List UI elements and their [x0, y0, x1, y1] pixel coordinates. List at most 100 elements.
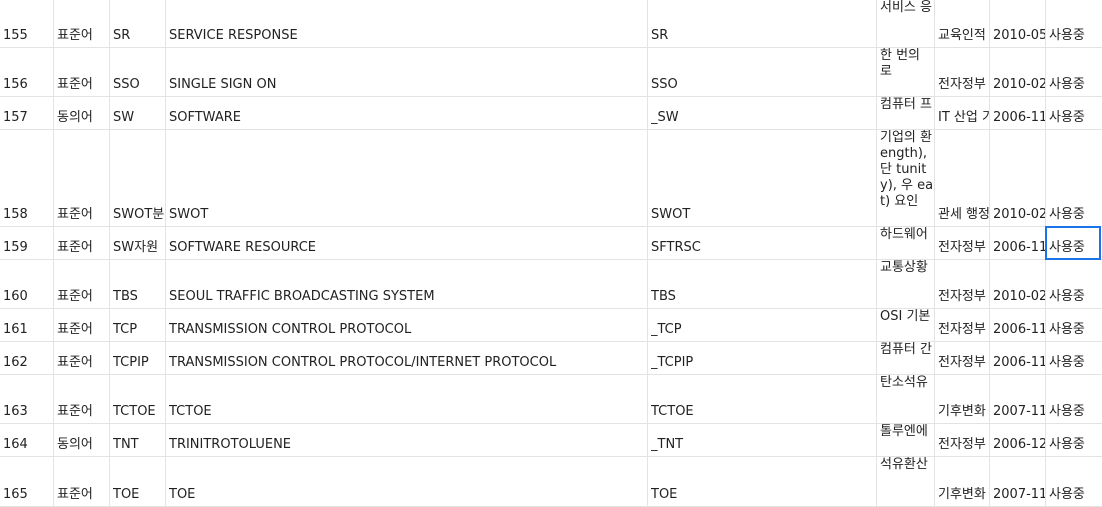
abbreviation-cell[interactable]: TCPIP	[110, 342, 165, 374]
full-name-cell[interactable]: SOFTWARE RESOURCE	[166, 227, 647, 259]
term-type-cell[interactable]: 표준어	[54, 309, 109, 341]
term-type-cell[interactable]: 표준어	[54, 342, 109, 374]
full-name-cell[interactable]: TRINITROTOLUENE	[166, 424, 647, 456]
abbreviation-cell[interactable]: SWOT분	[110, 130, 165, 226]
term-type-cell[interactable]: 표준어	[54, 48, 109, 96]
code-cell[interactable]: _TNT	[648, 424, 876, 456]
full-name-cell[interactable]: TCTOE	[166, 375, 647, 423]
term-type-cell[interactable]: 표준어	[54, 457, 109, 506]
status-cell[interactable]: 사용중	[1046, 260, 1102, 308]
abbreviation-cell[interactable]: SW	[110, 97, 165, 129]
date-cell[interactable]: 2006-11-	[990, 227, 1045, 259]
row-number-cell[interactable]: 165	[0, 457, 53, 506]
term-type-cell[interactable]: 동의어	[54, 424, 109, 456]
code-cell[interactable]: TOE	[648, 457, 876, 506]
description-cell[interactable]: OSI 기본	[877, 309, 934, 341]
full-name-cell[interactable]: SEOUL TRAFFIC BROADCASTING SYSTEM	[166, 260, 647, 308]
description-cell[interactable]: 탄소석유	[877, 375, 934, 423]
status-cell[interactable]: 사용중	[1046, 342, 1102, 374]
term-type-cell[interactable]: 표준어	[54, 130, 109, 226]
organization-cell[interactable]: 관세 행정	[935, 130, 989, 226]
row-number-cell[interactable]: 161	[0, 309, 53, 341]
description-cell[interactable]: 석유환산	[877, 457, 934, 506]
organization-cell[interactable]: 기후변화	[935, 457, 989, 506]
code-cell[interactable]: TCTOE	[648, 375, 876, 423]
term-type-cell[interactable]: 표준어	[54, 375, 109, 423]
organization-cell[interactable]: 전자정부	[935, 227, 989, 259]
status-cell[interactable]: 사용중	[1046, 48, 1102, 96]
status-cell[interactable]: 사용중	[1046, 424, 1102, 456]
code-cell[interactable]: SSO	[648, 48, 876, 96]
date-cell[interactable]: 2010-02-	[990, 48, 1045, 96]
term-type-cell[interactable]: 표준어	[54, 260, 109, 308]
description-cell[interactable]: 톨루엔에	[877, 424, 934, 456]
abbreviation-cell[interactable]: TNT	[110, 424, 165, 456]
row-number-cell[interactable]: 158	[0, 130, 53, 226]
date-cell[interactable]: 2010-05-	[990, 0, 1045, 47]
description-cell[interactable]: 기업의 환 ength), 단 tunity), 우 eat) 요인	[877, 130, 934, 226]
date-cell[interactable]: 2006-11-	[990, 97, 1045, 129]
full-name-cell[interactable]: SOFTWARE	[166, 97, 647, 129]
code-text: _TCP	[651, 322, 682, 337]
code-cell[interactable]: SFTRSC	[648, 227, 876, 259]
row-number-cell[interactable]: 160	[0, 260, 53, 308]
row-number-cell[interactable]: 164	[0, 424, 53, 456]
full-name-cell[interactable]: SWOT	[166, 130, 647, 226]
status-cell[interactable]: 사용중	[1046, 130, 1102, 226]
term-type-cell[interactable]: 표준어	[54, 227, 109, 259]
code-cell[interactable]: TBS	[648, 260, 876, 308]
abbreviation-cell[interactable]: TBS	[110, 260, 165, 308]
organization-cell[interactable]: 전자정부	[935, 48, 989, 96]
code-cell[interactable]: _TCP	[648, 309, 876, 341]
full-name-cell[interactable]: SERVICE RESPONSE	[166, 0, 647, 47]
full-name-cell[interactable]: SINGLE SIGN ON	[166, 48, 647, 96]
date-cell[interactable]: 2007-11-	[990, 457, 1045, 506]
date-cell[interactable]: 2007-11-	[990, 375, 1045, 423]
organization-cell[interactable]: 전자정부	[935, 342, 989, 374]
date-cell[interactable]: 2010-02-	[990, 130, 1045, 226]
organization-cell[interactable]: IT 산업 기	[935, 97, 989, 129]
full-name-cell[interactable]: TOE	[166, 457, 647, 506]
organization-cell[interactable]: 전자정부	[935, 424, 989, 456]
code-cell[interactable]: SR	[648, 0, 876, 47]
status-text: 사용중	[1049, 207, 1085, 222]
full-name-cell[interactable]: TRANSMISSION CONTROL PROTOCOL	[166, 309, 647, 341]
date-cell[interactable]: 2006-11-	[990, 309, 1045, 341]
abbreviation-cell[interactable]: TCP	[110, 309, 165, 341]
full-name-cell[interactable]: TRANSMISSION CONTROL PROTOCOL/INTERNET P…	[166, 342, 647, 374]
abbreviation-cell[interactable]: TCTOE	[110, 375, 165, 423]
term-type-cell[interactable]: 표준어	[54, 0, 109, 47]
date-cell[interactable]: 2006-11-	[990, 342, 1045, 374]
code-cell[interactable]: _TCPIP	[648, 342, 876, 374]
abbreviation-cell[interactable]: SR	[110, 0, 165, 47]
description-cell[interactable]: 서비스 응	[877, 0, 934, 47]
date-cell[interactable]: 2010-02-	[990, 260, 1045, 308]
date-cell[interactable]: 2006-12-	[990, 424, 1045, 456]
status-cell[interactable]: 사용중	[1046, 97, 1102, 129]
description-cell[interactable]: 한 번의 로	[877, 48, 934, 96]
organization-cell[interactable]: 전자정부	[935, 260, 989, 308]
row-number-cell[interactable]: 155	[0, 0, 53, 47]
row-number-cell[interactable]: 156	[0, 48, 53, 96]
status-cell[interactable]: 사용중	[1046, 457, 1102, 506]
status-cell[interactable]: 사용중	[1046, 0, 1102, 47]
row-number-cell[interactable]: 159	[0, 227, 53, 259]
description-cell[interactable]: 컴퓨터 간	[877, 342, 934, 374]
abbreviation-cell[interactable]: SW자원	[110, 227, 165, 259]
organization-cell[interactable]: 기후변화	[935, 375, 989, 423]
term-type-cell[interactable]: 동의어	[54, 97, 109, 129]
row-number-cell[interactable]: 162	[0, 342, 53, 374]
description-cell[interactable]: 교통상황	[877, 260, 934, 308]
abbreviation-cell[interactable]: SSO	[110, 48, 165, 96]
row-number-cell[interactable]: 157	[0, 97, 53, 129]
abbreviation-cell[interactable]: TOE	[110, 457, 165, 506]
status-cell[interactable]: 사용중	[1046, 375, 1102, 423]
description-cell[interactable]: 컴퓨터 프	[877, 97, 934, 129]
organization-cell[interactable]: 교육인적	[935, 0, 989, 47]
description-cell[interactable]: 하드웨어	[877, 227, 934, 259]
code-cell[interactable]: SWOT	[648, 130, 876, 226]
status-cell[interactable]: 사용중	[1046, 309, 1102, 341]
row-number-cell[interactable]: 163	[0, 375, 53, 423]
organization-cell[interactable]: 전자정부	[935, 309, 989, 341]
code-cell[interactable]: _SW	[648, 97, 876, 129]
